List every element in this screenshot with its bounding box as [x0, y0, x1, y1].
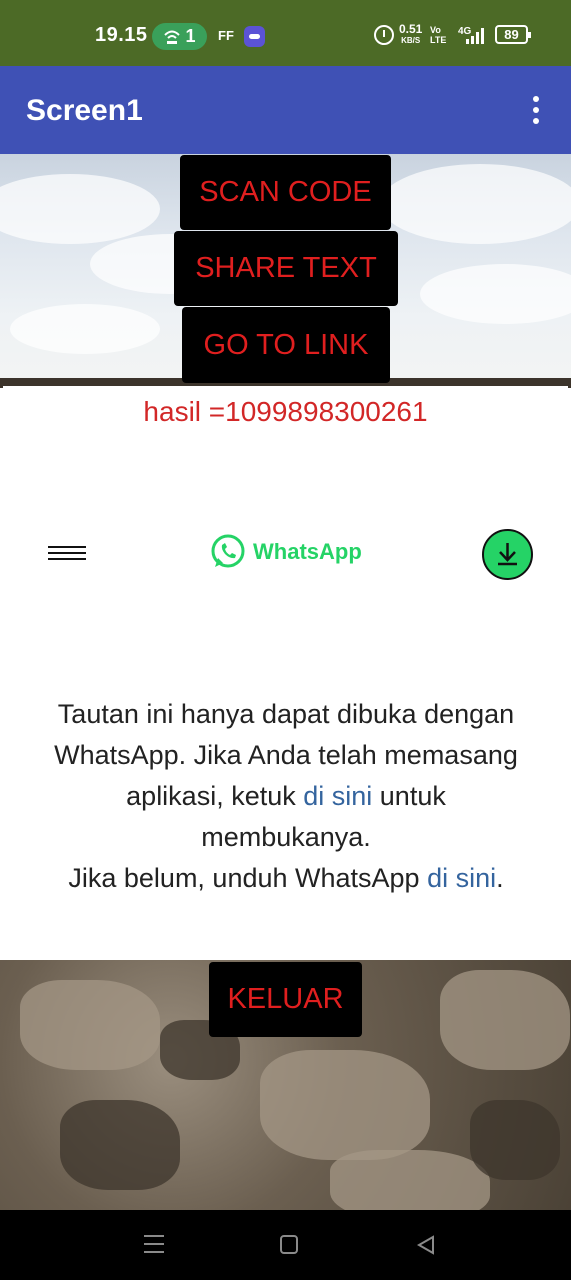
download-icon[interactable]	[482, 529, 533, 580]
result-label: hasil =1099898300261	[143, 396, 428, 427]
hamburger-icon[interactable]	[48, 546, 86, 560]
whatsapp-logo[interactable]: WhatsApp	[209, 532, 362, 572]
app-bar: Screen1	[0, 66, 571, 154]
nav-menu-icon[interactable]	[144, 1235, 164, 1253]
signal-icon	[466, 28, 488, 44]
volte-top: Vo	[430, 25, 441, 35]
volte-bottom: LTE	[430, 35, 447, 45]
whatsapp-logo-icon	[211, 534, 245, 568]
whatsapp-webview: WhatsApp Tautan ini hanya dapat dibuka d…	[0, 502, 571, 960]
network-speed-unit: KB/S	[401, 36, 421, 45]
hotspot-icon	[164, 30, 181, 44]
overflow-menu-icon[interactable]	[528, 96, 544, 124]
app-title: Screen1	[26, 94, 143, 127]
app-notification-icon	[244, 26, 265, 47]
ff-indicator: FF	[218, 28, 234, 43]
go-to-link-button[interactable]: GO TO LINK	[182, 307, 390, 383]
battery-icon: 89	[495, 25, 531, 44]
hotspot-indicator: 1	[152, 23, 207, 50]
download-here-link[interactable]: di sini	[427, 863, 496, 893]
hotspot-count: 1	[185, 26, 196, 46]
result-panel: hasil =1099898300261	[3, 386, 568, 499]
whatsapp-brand-text: WhatsApp	[253, 539, 362, 564]
message-part-4: .	[496, 863, 504, 893]
nav-home-icon[interactable]	[280, 1235, 298, 1254]
message-part-1: Tautan ini hanya dapat dibuka dengan Wha…	[54, 699, 518, 811]
status-time: 19.15	[95, 24, 148, 46]
download-arrow-icon	[498, 543, 517, 566]
navigation-bar	[0, 1210, 571, 1280]
status-bar: 19.15 1 FF 0.51 KB/S Vo LTE 4G 89	[0, 0, 571, 66]
nav-back-icon[interactable]	[416, 1235, 436, 1255]
scan-code-button[interactable]: SCAN CODE	[180, 155, 391, 230]
share-text-button[interactable]: SHARE TEXT	[174, 231, 398, 306]
open-link-message: Tautan ini hanya dapat dibuka dengan Wha…	[40, 694, 532, 899]
volte-indicator: Vo LTE	[430, 25, 446, 45]
message-part-3: Jika belum, unduh WhatsApp	[68, 863, 428, 893]
network-speed-value: 0.51	[399, 22, 423, 36]
keluar-button[interactable]: KELUAR	[209, 962, 362, 1037]
alarm-icon	[374, 25, 394, 45]
open-here-link[interactable]: di sini	[303, 781, 372, 811]
network-speed: 0.51 KB/S	[399, 22, 423, 46]
